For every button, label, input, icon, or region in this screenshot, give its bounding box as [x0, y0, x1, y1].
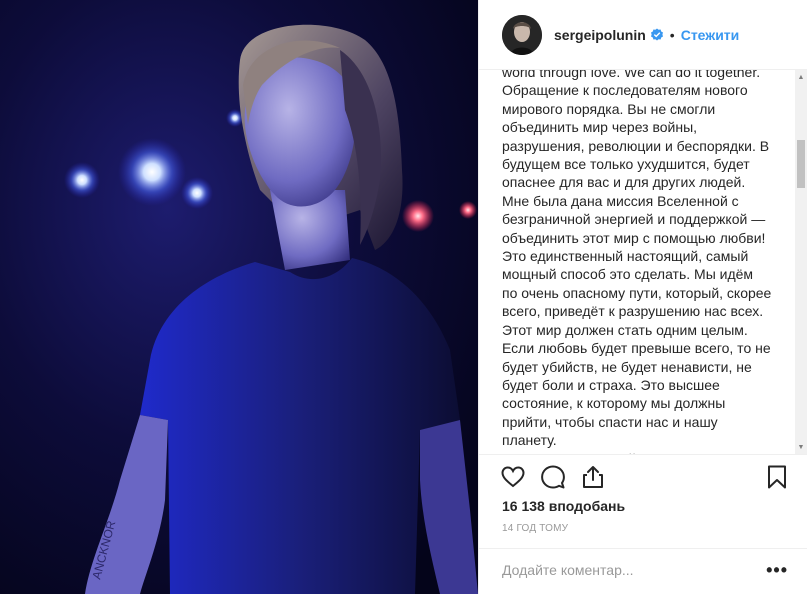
separator-dot: •: [669, 26, 675, 43]
post-caption: world through love. We can do it togethe…: [502, 70, 772, 454]
avatar-image: [502, 14, 542, 55]
caption-scroll-area[interactable]: world through love. We can do it togethe…: [479, 70, 807, 454]
verified-badge-icon: [650, 28, 663, 40]
post-timestamp[interactable]: 14 ГОД ТОМУ: [502, 523, 568, 534]
username-link[interactable]: sergeipolunin: [554, 27, 646, 43]
bookmark-icon[interactable]: [764, 464, 790, 490]
scrollbar-thumb[interactable]: [797, 140, 805, 188]
post-photo-image: ANCKNOR: [0, 0, 478, 594]
likes-count[interactable]: 16 138 вподобань: [502, 498, 625, 514]
share-icon[interactable]: [580, 464, 606, 490]
comment-bar: •••: [479, 548, 807, 594]
scrollbar[interactable]: ▲ ▼: [795, 70, 807, 454]
comment-input[interactable]: [502, 562, 752, 578]
post-actions-bar: [479, 454, 807, 498]
follow-button[interactable]: Стежити: [681, 27, 740, 43]
scroll-up-arrow-icon[interactable]: ▲: [795, 70, 807, 84]
scroll-down-arrow-icon[interactable]: ▼: [795, 440, 807, 454]
post-header: sergeipolunin • Стежити: [479, 0, 807, 70]
comment-icon[interactable]: [540, 464, 566, 490]
post-photo[interactable]: ANCKNOR: [0, 0, 478, 594]
heart-icon[interactable]: [500, 464, 526, 490]
avatar[interactable]: [502, 14, 542, 55]
more-options-icon[interactable]: •••: [766, 560, 788, 581]
post-side-panel: sergeipolunin • Стежити world through lo…: [478, 0, 807, 594]
